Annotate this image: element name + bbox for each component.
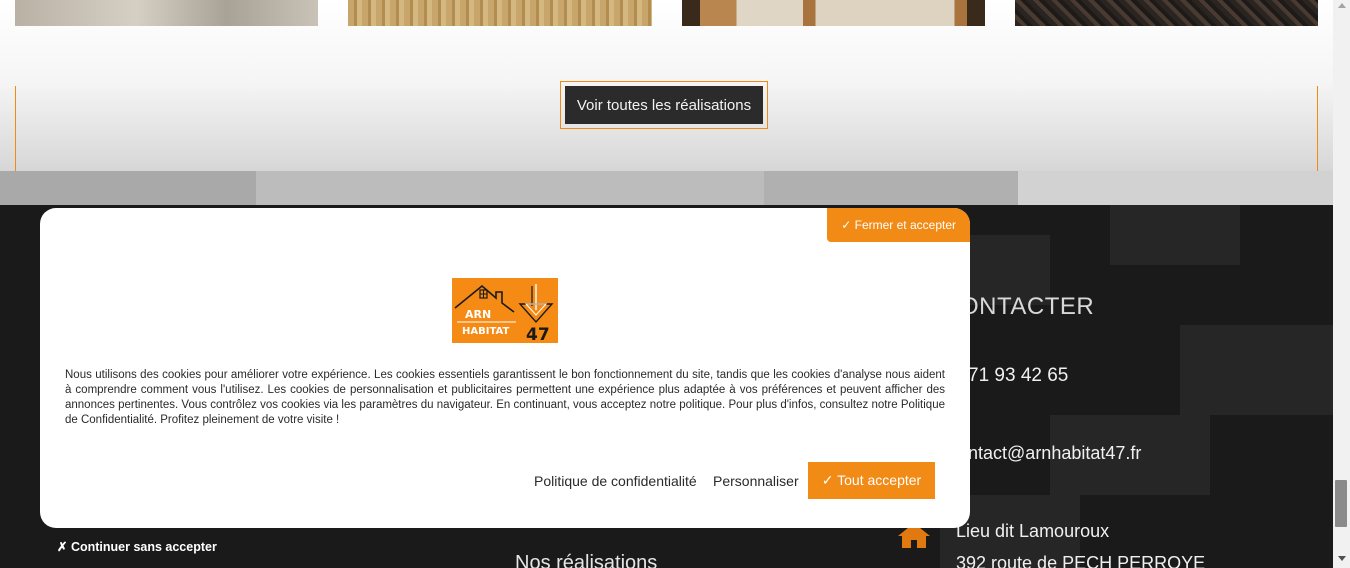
privacy-policy-link[interactable]: Politique de confidentialité <box>534 473 697 489</box>
email-address[interactable]: ontact@arnhabitat47.fr <box>958 443 1141 464</box>
customize-button[interactable]: Personnaliser <box>713 473 799 489</box>
scroll-down-arrow-icon[interactable] <box>1338 556 1346 561</box>
scroll-up-arrow-icon[interactable] <box>1338 3 1346 8</box>
gallery-thumbnail[interactable] <box>682 0 985 26</box>
accept-all-button[interactable]: ✓ Tout accepter <box>808 462 935 499</box>
background-image-strip <box>0 171 256 205</box>
background-tile <box>1180 325 1333 415</box>
gallery-thumbnail[interactable] <box>1015 0 1318 26</box>
address-line: 392 route de PECH PERROYE <box>956 553 1206 568</box>
svg-text:HABITAT: HABITAT <box>462 326 509 337</box>
gallery-section: Voir toutes les réalisations <box>0 0 1333 205</box>
cookie-banner: ✓ Fermer et accepter ARN HABITAT 47 Nous… <box>40 208 970 528</box>
background-image-strip <box>256 171 764 205</box>
close-and-accept-button[interactable]: ✓ Fermer et accepter <box>827 208 970 242</box>
background-image-strip <box>1018 171 1333 205</box>
background-tile <box>1110 205 1240 265</box>
footer-nav-realisations-link[interactable]: Nos réalisations <box>515 552 657 568</box>
gallery-thumbnail[interactable] <box>15 0 318 26</box>
company-logo: ARN HABITAT 47 <box>452 278 558 343</box>
cookie-description: Nous utilisons des cookies pour améliore… <box>65 369 945 426</box>
svg-text:ARN: ARN <box>465 308 491 321</box>
svg-text:47: 47 <box>526 325 550 343</box>
address-line: Lieu dit Lamouroux <box>956 521 1110 541</box>
contact-heading: ONTACTER <box>960 293 1095 320</box>
gallery-thumbnail[interactable] <box>348 0 652 26</box>
scrollbar-thumb[interactable] <box>1335 480 1347 527</box>
continue-without-accepting-link[interactable]: ✗ Continuer sans accepter <box>57 539 217 554</box>
phone-number[interactable]: 71 93 42 65 <box>968 365 1068 387</box>
background-image-strip <box>764 171 1018 205</box>
cta-frame: Voir toutes les réalisations <box>560 81 768 129</box>
see-all-realisations-button[interactable]: Voir toutes les réalisations <box>565 86 763 124</box>
